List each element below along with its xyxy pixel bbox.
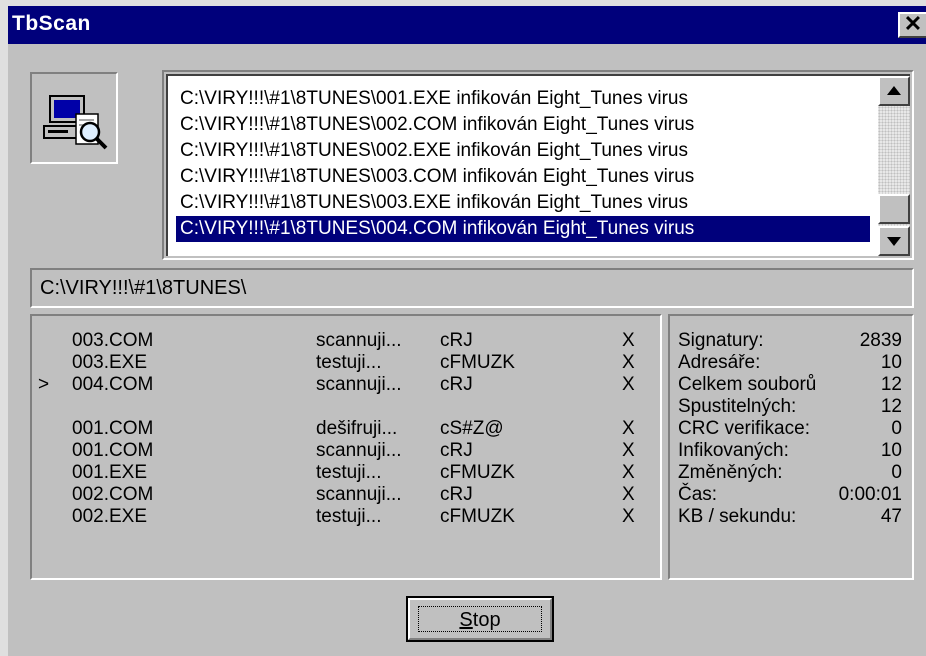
statistics-panel: Signatury: 2839 Adresáře: 10 Celkem souborů 1…	[668, 314, 914, 580]
row-file-name: 004.COM	[72, 374, 154, 395]
row-status-x: X	[622, 418, 635, 439]
row-marker	[38, 418, 58, 440]
results-scrollbar[interactable]	[878, 76, 910, 256]
current-path-text: C:\VIRY!!!\#1\8TUNES\	[40, 277, 247, 299]
row-code: cS#Z@	[440, 418, 504, 439]
row-file-name: 002.COM	[72, 484, 154, 505]
stat-value: 12	[880, 396, 902, 417]
stop-button-label: Stop	[418, 606, 542, 632]
scroll-up-button[interactable]	[878, 76, 910, 106]
row-marker	[38, 440, 58, 462]
stat-value: 10	[880, 352, 902, 373]
row-file-name: 001.COM	[72, 418, 154, 439]
row-status-x	[622, 396, 642, 418]
result-list-item[interactable]: C:\VIRY!!!\#1\8TUNES\003.COM infikován E…	[176, 164, 870, 190]
row-action: testuji...	[316, 506, 382, 527]
stat-value: 47	[880, 506, 902, 527]
stop-button[interactable]: Stop	[406, 596, 554, 642]
row-code: cRJ	[440, 374, 473, 395]
row-action: scannuji...	[316, 330, 402, 351]
stat-value: 2839	[859, 330, 902, 351]
result-list-item[interactable]: C:\VIRY!!!\#1\8TUNES\004.COM infikován E…	[176, 216, 870, 242]
row-code: cFMUZK	[440, 462, 515, 483]
row-file-name: 001.COM	[72, 440, 154, 461]
result-list-item[interactable]: C:\VIRY!!!\#1\8TUNES\001.EXE infikován E…	[176, 86, 870, 112]
row-marker	[38, 330, 58, 352]
scroll-thumb[interactable]	[878, 194, 910, 224]
row-code: cFMUZK	[440, 506, 515, 527]
close-button[interactable]: ✕	[898, 12, 926, 38]
row-action: scannuji...	[316, 374, 402, 395]
row-action: testuji...	[316, 352, 382, 373]
stat-value: 0	[891, 418, 902, 439]
result-list-item[interactable]: C:\VIRY!!!\#1\8TUNES\003.EXE infikován E…	[176, 190, 870, 216]
row-file-name: 003.EXE	[72, 352, 147, 373]
row-marker	[38, 352, 58, 374]
row-action	[316, 396, 436, 418]
stat-value: 10	[880, 440, 902, 461]
row-status-x: X	[622, 330, 635, 351]
row-marker	[38, 462, 58, 484]
row-status-x: X	[622, 374, 635, 395]
scroll-down-button[interactable]	[878, 226, 910, 256]
stat-value: 0:00:01	[838, 484, 902, 505]
stat-value: 0	[891, 462, 902, 483]
row-status-x: X	[622, 462, 635, 483]
row-marker	[38, 396, 58, 418]
row-code: cFMUZK	[440, 352, 515, 373]
result-list-item[interactable]: C:\VIRY!!!\#1\8TUNES\002.COM infikován E…	[176, 112, 870, 138]
scan-icon-frame	[30, 72, 118, 164]
results-listbox[interactable]: C:\VIRY!!!\#1\8TUNES\001.EXE infikován E…	[162, 70, 914, 260]
row-code: cRJ	[440, 440, 473, 461]
row-file-name	[72, 396, 272, 418]
row-status-x: X	[622, 506, 635, 527]
row-code: cRJ	[440, 484, 473, 505]
row-code: cRJ	[440, 330, 473, 351]
row-code	[440, 396, 580, 418]
row-marker: >	[38, 374, 50, 395]
tbscan-window: TbScan ✕ C:\VIRY!!!\#1\8TUNES\001.EXE in…	[0, 0, 926, 656]
row-action: scannuji...	[316, 484, 402, 505]
scan-activity-panel: 003.COM scannuji... cRJ X 003.EXE testuji... c…	[30, 314, 662, 580]
row-file-name: 001.EXE	[72, 462, 147, 483]
row-marker	[38, 484, 58, 506]
result-list-item[interactable]: C:\VIRY!!!\#1\8TUNES\002.EXE infikován E…	[176, 138, 870, 164]
row-action: testuji...	[316, 462, 382, 483]
title-bar[interactable]: TbScan ✕	[8, 6, 926, 44]
row-file-name: 002.EXE	[72, 506, 147, 527]
row-marker	[38, 506, 58, 528]
arrow-down-icon	[887, 237, 901, 246]
arrow-up-icon	[887, 86, 901, 95]
row-status-x: X	[622, 440, 635, 461]
results-list-area: C:\VIRY!!!\#1\8TUNES\001.EXE infikován E…	[166, 74, 910, 256]
row-status-x: X	[622, 352, 635, 373]
window-title: TbScan	[12, 12, 91, 35]
row-action: scannuji...	[316, 440, 402, 461]
row-action: dešifruji...	[316, 418, 398, 439]
stat-value: 12	[880, 374, 902, 395]
row-file-name: 003.COM	[72, 330, 154, 351]
current-path-field: C:\VIRY!!!\#1\8TUNES\	[30, 268, 914, 308]
row-status-x: X	[622, 484, 635, 505]
computer-scan-icon	[43, 95, 108, 150]
